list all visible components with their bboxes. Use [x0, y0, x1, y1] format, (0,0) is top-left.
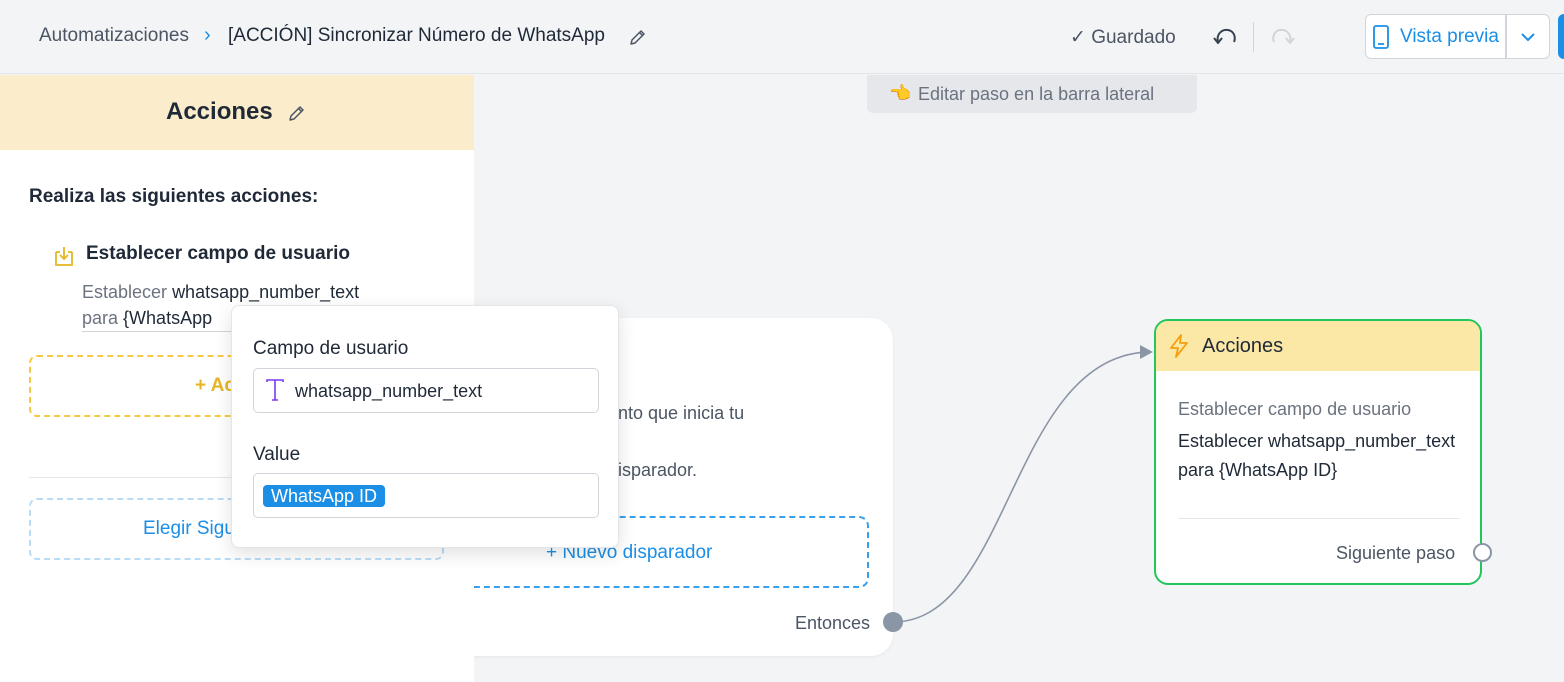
sidebar-header: Acciones [0, 75, 474, 150]
actions-node-divider [1178, 518, 1460, 519]
download-box-icon [55, 247, 73, 266]
user-field-select[interactable]: whatsapp_number_text [253, 368, 599, 413]
actions-node-body: Establecer whatsapp_number_text para {Wh… [1178, 431, 1456, 480]
next-step-label: Siguiente paso [1336, 543, 1456, 563]
value-label: Value [253, 444, 301, 465]
header-divider [1253, 22, 1254, 52]
sidebar-title: Acciones [166, 98, 273, 125]
pencil-icon[interactable] [628, 27, 648, 47]
actions-node-subtitle: Establecer campo de usuario [1178, 399, 1412, 419]
chevron-down-icon [1521, 33, 1535, 42]
action-desc-field: whatsapp_number_text [172, 282, 360, 302]
publish-button-edge[interactable] [1558, 14, 1564, 59]
choose-next-step-label: Elegir Sigu [143, 518, 235, 539]
redo-icon[interactable] [1268, 24, 1296, 50]
preview-label: Vista previa [1400, 26, 1499, 47]
action-desc-mid: para [82, 308, 119, 328]
automation-title: [ACCIÓN] Sincronizar Número de WhatsApp [228, 25, 605, 46]
hand-point-icon: 👈 [889, 83, 912, 103]
pencil-icon[interactable] [287, 103, 307, 123]
action-item-title[interactable]: Establecer campo de usuario [86, 243, 350, 265]
actions-node-header: Acciones [1156, 321, 1480, 371]
user-field-value: whatsapp_number_text [295, 381, 483, 401]
preview-button[interactable]: Vista previa [1365, 14, 1506, 59]
next-step-handle[interactable] [1473, 543, 1492, 562]
actions-node[interactable]: Acciones Establecer campo de usuario Est… [1154, 319, 1482, 585]
action-desc-value: {WhatsApp [123, 308, 213, 328]
preview-dropdown-button[interactable] [1506, 14, 1550, 59]
then-label: Entonces [795, 613, 871, 633]
phone-icon [1373, 25, 1389, 49]
undo-icon[interactable] [1212, 24, 1240, 50]
perform-actions-label: Realiza las siguientes acciones: [29, 186, 319, 207]
value-input[interactable]: WhatsApp ID [253, 473, 599, 518]
trigger-description-line2: isparador. [618, 460, 698, 480]
saved-status: ✓ Guardado [1070, 27, 1176, 48]
text-type-icon [266, 379, 284, 401]
top-header: Automatizaciones › [ACCIÓN] Sincronizar … [0, 0, 1564, 74]
actions-node-title: Acciones [1202, 335, 1284, 357]
breadcrumb-root[interactable]: Automatizaciones [39, 25, 189, 47]
action-underline [82, 331, 232, 332]
user-field-label: Campo de usuario [253, 338, 409, 359]
add-action-label: + Ac [195, 375, 235, 396]
whatsapp-id-chip[interactable]: WhatsApp ID [263, 485, 386, 507]
chevron-right-icon: › [204, 24, 211, 46]
action-desc-prefix: Establecer [82, 282, 168, 302]
trigger-description-line1: nto que inicia tu [618, 403, 745, 423]
action-details-popover: Campo de usuario whatsapp_number_text Va… [231, 305, 619, 548]
edit-hint-banner: 👈 Editar paso en la barra lateral [867, 75, 1197, 113]
edit-hint-text: Editar paso en la barra lateral [918, 84, 1155, 104]
then-connector-handle[interactable] [883, 612, 903, 632]
lightning-icon [1170, 334, 1188, 358]
